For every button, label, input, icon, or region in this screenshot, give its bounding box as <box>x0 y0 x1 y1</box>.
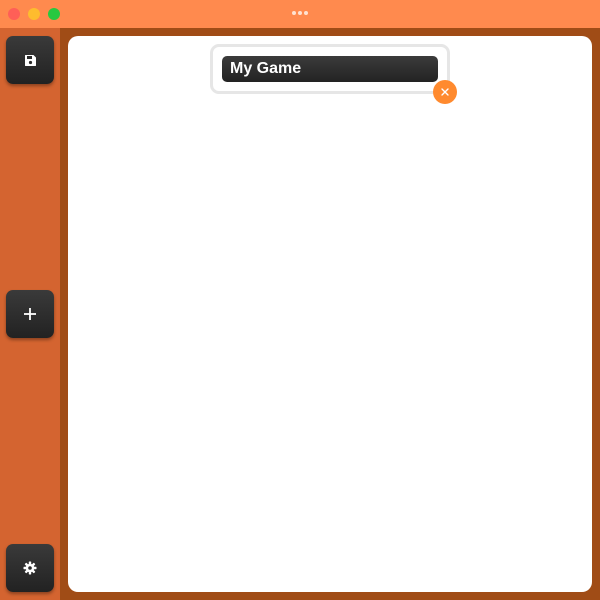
more-dots-icon[interactable] <box>292 11 308 15</box>
sidebar <box>0 28 60 600</box>
window-minimize-button[interactable] <box>28 8 40 20</box>
floppy-disk-icon <box>24 54 36 66</box>
app-window <box>0 0 600 600</box>
gear-icon <box>23 561 37 575</box>
title-bar[interactable] <box>0 0 600 28</box>
game-name-card <box>210 44 450 94</box>
window-close-button[interactable] <box>8 8 20 20</box>
plus-icon <box>24 308 36 320</box>
settings-button[interactable] <box>6 544 54 592</box>
save-button[interactable] <box>6 36 54 84</box>
editor-canvas[interactable] <box>68 36 592 592</box>
game-name-input[interactable] <box>222 56 438 82</box>
close-x-icon <box>441 88 449 96</box>
add-button[interactable] <box>6 290 54 338</box>
window-maximize-button[interactable] <box>48 8 60 20</box>
close-name-button[interactable] <box>433 80 457 104</box>
